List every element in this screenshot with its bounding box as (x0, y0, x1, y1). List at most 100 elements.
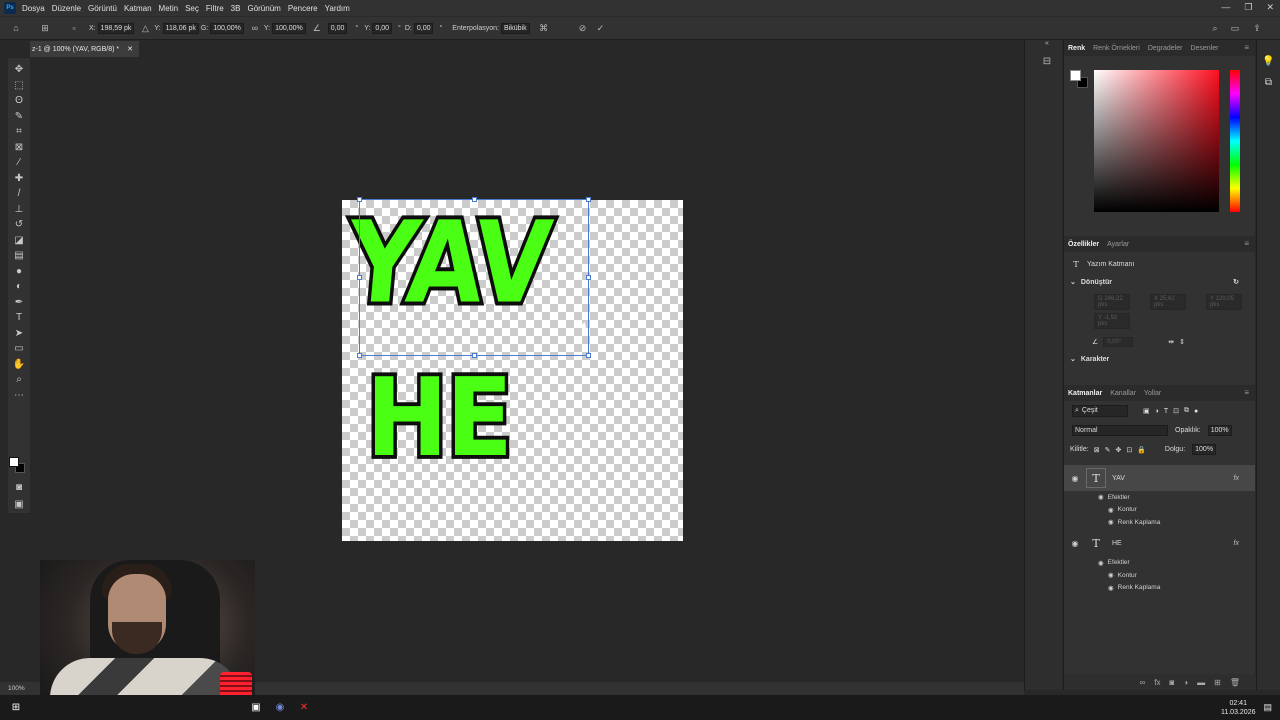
minimize-icon[interactable]: — (1221, 2, 1230, 13)
layer-row-he[interactable]: ◉ T HE fx (1064, 531, 1255, 557)
lock-all-icon[interactable]: 🔒 (1137, 446, 1146, 454)
transform-handle-tr[interactable] (586, 197, 591, 202)
reset-icon[interactable]: ↻ (1233, 278, 1239, 286)
hskew-field[interactable]: 0,00 (372, 22, 393, 34)
gradient-tool-icon[interactable]: ▤ (11, 248, 27, 264)
filter-shape-icon[interactable]: ⊡ (1173, 407, 1179, 415)
healing-brush-tool-icon[interactable]: ✚ (11, 171, 27, 187)
delta-icon[interactable]: △ (139, 22, 151, 34)
tab-channels[interactable]: Kanallar (1110, 390, 1136, 397)
effects-group[interactable]: ◉ Efektler (1064, 491, 1255, 504)
lock-transparency-icon[interactable]: ⊠ (1094, 446, 1100, 454)
add-mask-icon[interactable]: ◙ (1169, 678, 1174, 687)
close-icon[interactable]: ✕ (1266, 2, 1274, 13)
transform-width-field[interactable]: G 246,22 pks (1094, 294, 1130, 310)
x-position-field[interactable]: 198,59 pk (97, 22, 135, 34)
pen-tool-icon[interactable]: ✒ (11, 295, 27, 311)
type-tool-icon[interactable]: T (11, 310, 27, 326)
cancel-icon[interactable]: ⊘ (577, 22, 589, 34)
filter-pixel-icon[interactable]: ▣ (1143, 407, 1150, 415)
eyedropper-tool-icon[interactable]: ⁄ (11, 155, 27, 171)
tab-layers[interactable]: Katmanlar (1068, 390, 1102, 397)
more-tools-icon[interactable]: ⋯ (11, 388, 27, 404)
y-position-field[interactable]: 118,06 pk (162, 22, 199, 34)
height-field[interactable]: 100,00% (272, 22, 306, 34)
width-field[interactable]: 100,00% (210, 22, 244, 34)
zoom-level[interactable]: 100% (8, 685, 25, 692)
transform-y-field[interactable]: Y -1,92 pks (1094, 313, 1130, 329)
menu-type[interactable]: Metin (159, 4, 179, 13)
path-select-tool-icon[interactable]: ➤ (11, 326, 27, 342)
character-section[interactable]: ⌄ Karakter (1064, 351, 1255, 367)
quick-select-tool-icon[interactable]: ✎ (11, 109, 27, 125)
tab-swatches[interactable]: Renk Örnekleri (1093, 45, 1140, 52)
crop-tool-icon[interactable]: ⌗ (11, 124, 27, 140)
visibility-eye-icon[interactable]: ◉ (1070, 474, 1080, 483)
filter-type-icon[interactable]: T (1164, 408, 1168, 415)
tab-properties[interactable]: Özellikler (1068, 241, 1099, 248)
frame-tool-icon[interactable]: ⊠ (11, 140, 27, 156)
tab-color[interactable]: Renk (1068, 45, 1085, 52)
new-adjustment-icon[interactable]: ◑ (1183, 678, 1188, 687)
brush-tool-icon[interactable]: / (11, 186, 27, 202)
transform-bounding-box[interactable] (357, 197, 591, 358)
filter-toggle-icon[interactable]: ● (1194, 408, 1198, 415)
transform-handle-tl[interactable] (357, 197, 362, 202)
transform-section[interactable]: ⌄ Dönüştür ↻ (1064, 274, 1255, 290)
notification-icon[interactable]: ▤ (1263, 702, 1272, 713)
reference-point-icon[interactable]: ▫ (68, 22, 80, 34)
libraries-icon[interactable]: ⧉ (1262, 77, 1276, 88)
commit-check-icon[interactable]: ✓ (595, 22, 607, 34)
text-layer-he[interactable]: HE (363, 352, 517, 485)
menu-view[interactable]: Görünüm (247, 4, 280, 13)
history-brush-tool-icon[interactable]: ↺ (11, 217, 27, 233)
menu-file[interactable]: Dosya (22, 4, 45, 13)
document-tab[interactable]: z-1 @ 100% (YAV, RGB/8) * ✕ (30, 41, 139, 57)
blend-mode-select[interactable]: Normal (1072, 425, 1168, 436)
fx-icon[interactable]: fx (1234, 475, 1239, 482)
transform-handle-bc[interactable] (472, 353, 477, 358)
taskbar-app-icon[interactable]: ▣ (244, 698, 268, 718)
menu-select[interactable]: Seç (185, 4, 199, 13)
opacity-field[interactable]: 100% (1207, 425, 1232, 436)
visibility-eye-icon[interactable]: ◉ (1098, 559, 1104, 567)
fx-icon[interactable]: fx (1234, 540, 1239, 547)
lock-position-icon[interactable]: ✥ (1115, 446, 1121, 454)
effect-row-stroke[interactable]: ◉ Kontur (1064, 569, 1255, 582)
app-x-icon[interactable]: ✕ (292, 698, 316, 718)
restore-icon[interactable]: ❐ (1244, 2, 1252, 13)
new-layer-icon[interactable]: ⊞ (1214, 678, 1221, 687)
panel-foreground-swatch[interactable] (1070, 70, 1081, 81)
learn-icon[interactable]: 💡 (1262, 56, 1276, 67)
panel-menu-icon[interactable]: ≡ (1244, 43, 1249, 52)
visibility-eye-icon[interactable]: ◉ (1108, 584, 1114, 592)
properties-menu-icon[interactable]: ≡ (1244, 239, 1249, 248)
menu-3d[interactable]: 3B (231, 4, 241, 13)
delete-layer-icon[interactable]: 🗑 (1230, 678, 1240, 687)
history-panel-icon[interactable]: ⊟ (1040, 56, 1054, 70)
lasso-tool-icon[interactable]: ʘ (11, 93, 27, 109)
chevron-down-icon[interactable]: ⌄ (1070, 278, 1076, 286)
clone-stamp-tool-icon[interactable]: ⊥ (11, 202, 27, 218)
tab-paths[interactable]: Yollar (1144, 390, 1161, 397)
menu-filter[interactable]: Filtre (206, 4, 224, 13)
layers-menu-icon[interactable]: ≡ (1244, 388, 1249, 397)
fill-field[interactable]: 100% (1192, 444, 1217, 455)
collapse-arrows-icon[interactable]: « (1040, 40, 1054, 54)
transform-reference-icon[interactable]: ⊞ (39, 22, 51, 34)
lock-pixels-icon[interactable]: ✎ (1105, 446, 1111, 454)
angle-field[interactable]: 0,00 (327, 22, 348, 34)
transform-angle-field[interactable]: 0,00° (1103, 337, 1134, 347)
tab-patterns[interactable]: Desenler (1190, 45, 1218, 52)
interpolation-select[interactable]: Bikübik (501, 22, 530, 34)
home-icon[interactable]: ⌂ (10, 22, 22, 34)
share-icon[interactable]: ⇪ (1251, 22, 1263, 34)
flip-horizontal-icon[interactable]: ⇹ (1168, 338, 1174, 346)
blur-tool-icon[interactable]: ● (11, 264, 27, 280)
workspace-icon[interactable]: ▭ (1229, 22, 1241, 34)
visibility-eye-icon[interactable]: ◉ (1108, 506, 1114, 514)
screen-mode-icon[interactable]: ▣ (11, 497, 27, 513)
layer-name[interactable]: YAV (1112, 475, 1125, 482)
warp-icon[interactable]: ⌘ (538, 22, 550, 34)
layer-name[interactable]: HE (1112, 540, 1122, 547)
